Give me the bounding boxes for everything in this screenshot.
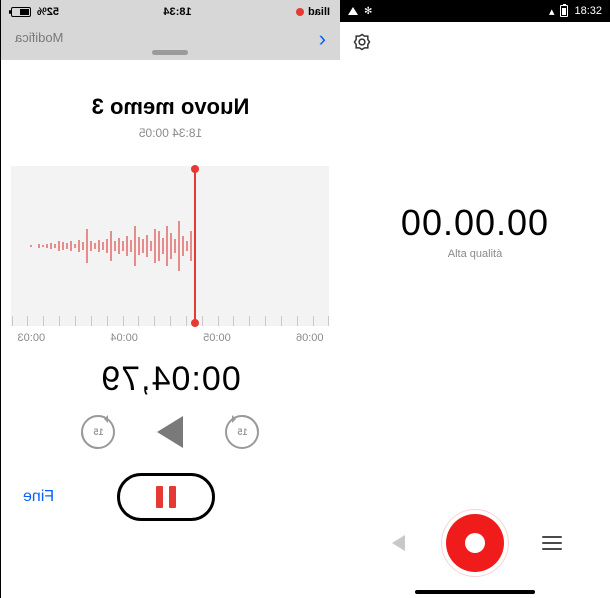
waveform-area[interactable] [12, 166, 330, 326]
tick-label: 00:06 [296, 332, 324, 344]
done-button[interactable]: Fine [23, 488, 54, 506]
playhead[interactable] [194, 166, 196, 326]
flag-button[interactable] [378, 523, 418, 563]
android-app-header [340, 22, 610, 62]
list-icon [542, 536, 562, 550]
bottom-row: Fine [1, 473, 340, 533]
carrier-label: Iliad [308, 6, 330, 18]
android-recorder-screen: ✻ ▴ 18:32 00.00.00 Alta qualità [340, 0, 610, 598]
wifi-icon [348, 7, 358, 15]
transport-controls: 15 15 [1, 415, 340, 449]
record-inner-icon [465, 533, 485, 553]
battery-percent: 52% [37, 6, 59, 18]
android-status-bar: ✻ ▴ 18:32 [340, 0, 610, 22]
vibrate-icon: ✻ [364, 6, 372, 17]
clock-label: 18:32 [574, 5, 602, 17]
recording-indicator-dot [296, 8, 304, 16]
tick-label: 00:03 [18, 332, 46, 344]
signal-icon: ▴ [549, 5, 555, 18]
elapsed-time: 00.00.00 [340, 202, 610, 244]
battery-icon [11, 7, 31, 17]
memo-title: Nuovo memo 3 [1, 94, 340, 120]
skip-forward-button[interactable]: 15 [82, 415, 116, 449]
play-button[interactable] [158, 416, 184, 448]
clock-label: 18:34 [163, 6, 191, 18]
waveform-time-labels: 00:06 00:05 00:04 00:03 [12, 332, 330, 344]
ios-sheet-header: ‹ Modifica [1, 24, 340, 60]
elapsed-time: 00:04,79 [1, 360, 340, 399]
waveform-ticks [12, 316, 330, 326]
skip-back-button[interactable]: 15 [226, 415, 260, 449]
android-controls [340, 514, 610, 572]
pause-button[interactable] [117, 473, 215, 521]
recordings-list-button[interactable] [532, 523, 572, 563]
ios-voice-memo-screen: Iliad 18:34 52% ‹ Modifica Nuovo memo 3 … [0, 0, 340, 598]
edit-link[interactable]: Modifica [15, 30, 63, 45]
waveform-graphic [12, 211, 330, 281]
sheet-drag-handle[interactable] [153, 50, 189, 55]
battery-icon [560, 5, 568, 17]
flag-icon [392, 535, 405, 551]
tick-label: 00:05 [203, 332, 231, 344]
record-button[interactable] [446, 514, 504, 572]
memo-subtitle: 18:34 00:05 [1, 126, 340, 140]
ios-status-bar: Iliad 18:34 52% [1, 0, 340, 24]
tick-label: 00:04 [110, 332, 138, 344]
back-chevron-icon[interactable]: ‹ [319, 26, 326, 52]
settings-icon[interactable] [352, 32, 372, 52]
quality-label: Alta qualità [340, 248, 610, 260]
android-home-indicator[interactable] [415, 590, 535, 594]
